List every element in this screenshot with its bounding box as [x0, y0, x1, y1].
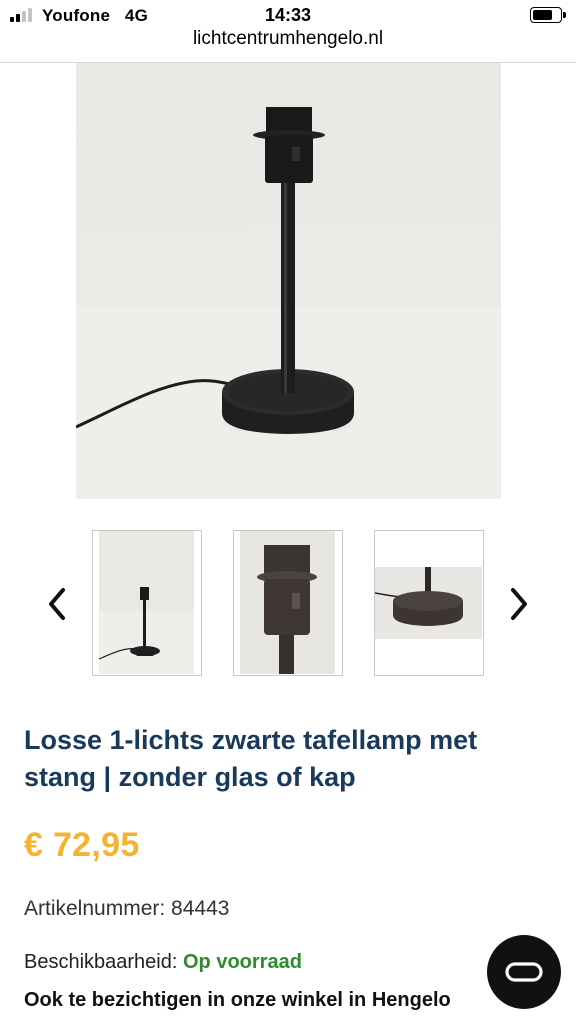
table-lamp-base-photo-icon [76, 63, 501, 499]
sku-label: Artikelnummer: [24, 897, 166, 920]
chat-loop-icon [505, 962, 543, 982]
thumbnail-3[interactable] [374, 530, 484, 676]
thumbnail-2[interactable] [233, 530, 343, 676]
status-bar: Youfone 4G 14:33 [0, 0, 576, 30]
status-clock: 14:33 [264, 5, 312, 25]
availability: Beschikbaarheid: Op voorraad [24, 951, 302, 974]
product-title: Losse 1-lichts zwarte tafellamp met stan… [24, 725, 478, 792]
battery-icon [530, 7, 566, 23]
chevron-left-icon [49, 588, 65, 620]
lamp-socket-closeup-photo-icon [240, 531, 335, 674]
chat-button[interactable] [487, 935, 561, 1009]
article-number: Artikelnummer: 84443 [24, 897, 229, 921]
lamp-base-closeup-photo-icon [375, 531, 482, 674]
main-product-image[interactable] [76, 63, 501, 499]
thumbnail-next-button[interactable] [499, 580, 539, 628]
stock-status: Op voorraad [183, 951, 302, 973]
url-text: lichtcentrumhengelo.nl [192, 28, 384, 49]
thumbnail-prev-button[interactable] [37, 580, 77, 628]
address-bar[interactable]: lichtcentrumhengelo.nl [0, 28, 576, 58]
thumbnail-1[interactable] [92, 530, 202, 676]
lamp-full-view-photo-icon [98, 531, 194, 674]
chevron-right-icon [511, 588, 527, 620]
sku-value: 84443 [171, 897, 230, 920]
availability-label: Beschikbaarheid: [24, 951, 178, 973]
showroom-note: Ook te bezichtigen in onze winkel in Hen… [24, 989, 451, 1011]
product-price: € 72,95 [24, 826, 140, 864]
